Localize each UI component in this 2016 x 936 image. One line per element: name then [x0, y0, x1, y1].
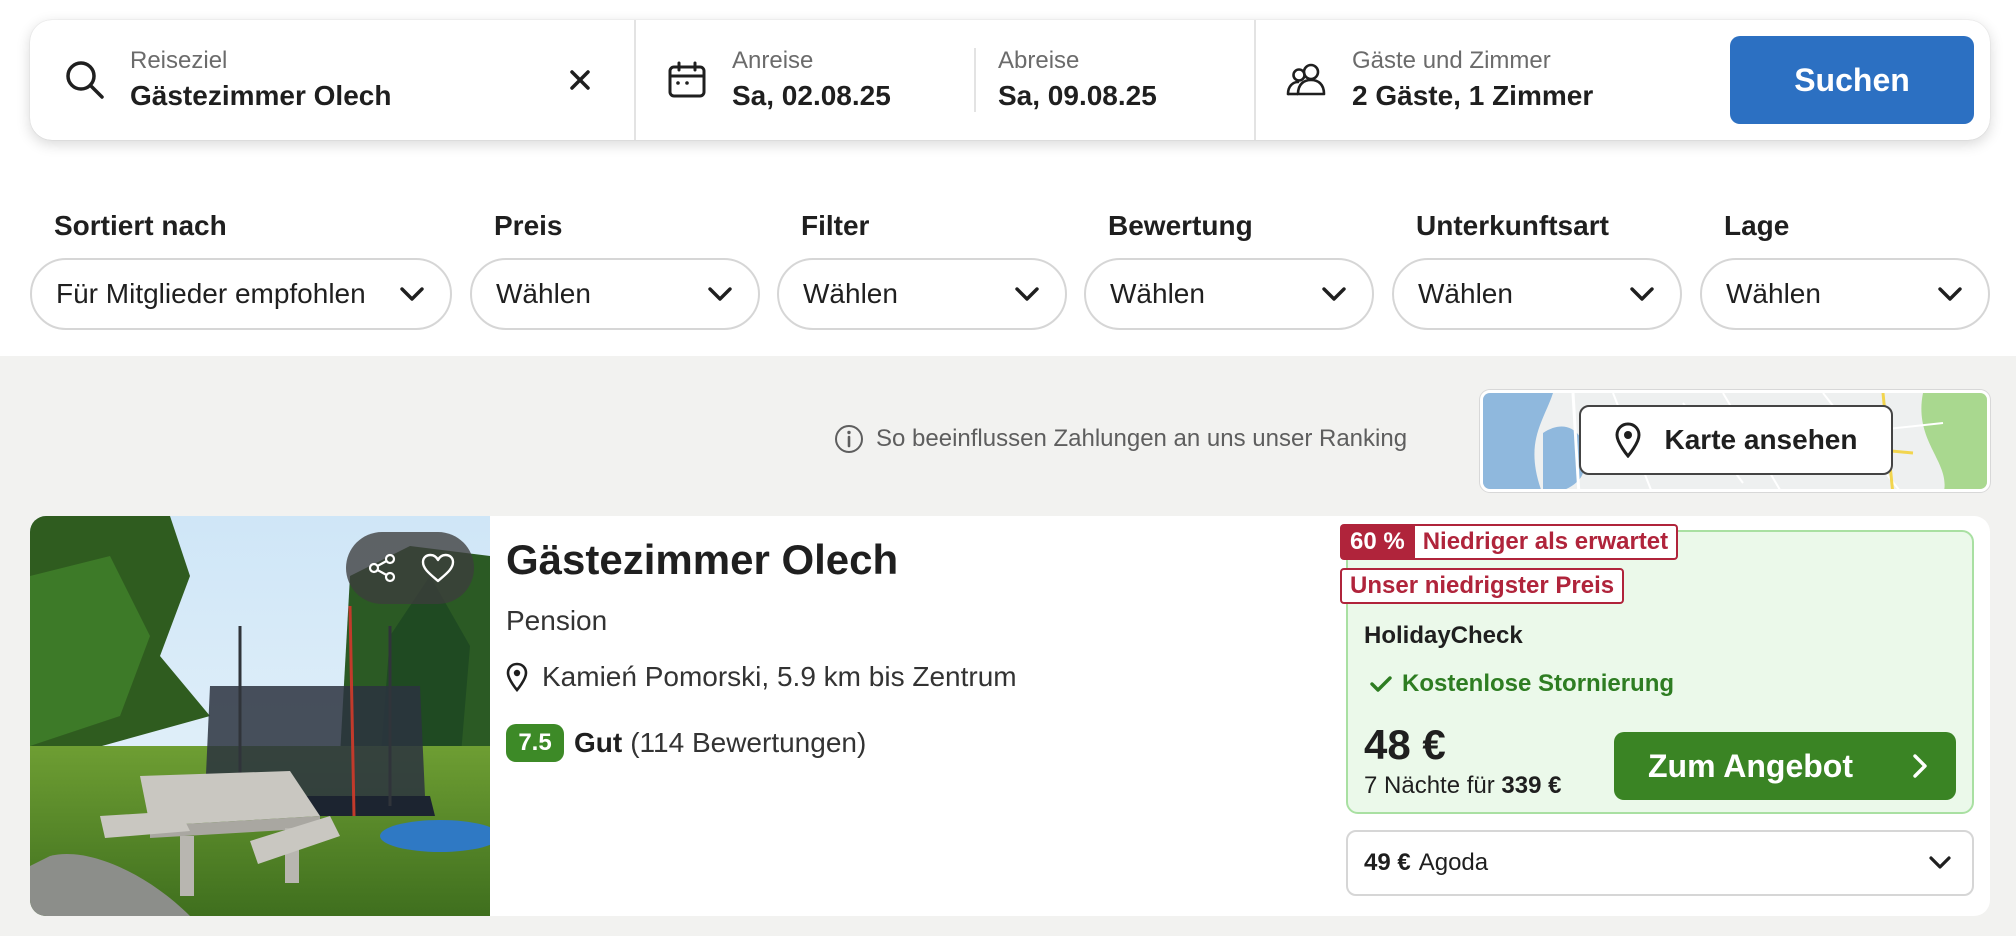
review-count: (114 Bewertungen) — [630, 727, 867, 758]
total-prefix: 7 Nächte für — [1364, 772, 1495, 799]
chevron-down-icon — [706, 280, 734, 308]
filter-dropdown[interactable]: Wählen — [777, 258, 1067, 330]
photo-actions — [346, 532, 474, 604]
checkout-label: Abreise — [998, 47, 1080, 74]
chevron-down-icon — [1013, 280, 1041, 308]
location-pin-icon — [506, 662, 528, 692]
discount-badge: 60 % Niedriger als erwartet — [1340, 524, 1679, 560]
lowest-price-badge: Unser niedrigster Preis — [1340, 568, 1625, 604]
filter-value: Wählen — [1726, 278, 1821, 309]
ranking-note-text: So beeinflussen Zahlungen an uns unser R… — [876, 425, 1408, 452]
offer-button[interactable]: Zum Angebot — [1614, 732, 1956, 800]
search-icon — [62, 57, 108, 103]
filter-label: Bewertung — [1108, 210, 1253, 241]
people-icon — [1284, 57, 1330, 103]
results-area: So beeinflussen Zahlungen an uns unser R… — [0, 356, 2016, 936]
heart-icon[interactable] — [418, 548, 458, 588]
discount-percent: 60 % — [1340, 524, 1415, 560]
checkout-value: Sa, 09.08.25 — [998, 80, 1157, 111]
sort-dropdown[interactable]: Für Mitglieder empfohlen — [30, 258, 452, 330]
hotel-type: Pension — [506, 605, 608, 636]
filter-accommodation-type: Unterkunftsart Wählen — [1392, 206, 1682, 330]
calendar-icon — [664, 57, 710, 103]
checkin-field[interactable]: Anreise Sa, 02.08.25 — [636, 20, 974, 140]
filter-value: Für Mitglieder empfohlen — [56, 278, 366, 309]
destination-field[interactable]: Reiseziel Gästezimmer Olech — [30, 20, 636, 140]
price-dropdown[interactable]: Wählen — [470, 258, 760, 330]
location-dropdown[interactable]: Wählen — [1700, 258, 1990, 330]
accommodation-type-dropdown[interactable]: Wählen — [1392, 258, 1682, 330]
filter-value: Wählen — [803, 278, 898, 309]
map-button[interactable]: Karte ansehen — [1579, 405, 1893, 475]
chevron-down-icon — [1628, 280, 1656, 308]
score-badge: 7.5 — [506, 724, 564, 762]
guests-label: Gäste und Zimmer — [1352, 47, 1551, 74]
info-icon — [835, 425, 863, 453]
rating-dropdown[interactable]: Wählen — [1084, 258, 1374, 330]
other-offer-provider: Agoda — [1418, 849, 1489, 876]
filter-value: Wählen — [496, 278, 591, 309]
filter-label: Unterkunftsart — [1416, 210, 1609, 241]
destination-value[interactable]: Gästezimmer Olech — [130, 78, 391, 114]
total-price: 7 Nächte für 339 € — [1364, 772, 1561, 800]
chevron-down-icon — [1936, 280, 1964, 308]
filter-label: Preis — [494, 210, 563, 241]
search-bar: Reiseziel Gästezimmer Olech Anreise Sa, … — [30, 20, 1990, 140]
provider-name: HolidayCheck — [1364, 622, 1523, 649]
filter-price: Preis Wählen — [470, 206, 760, 330]
cancellation-text: Kostenlose Stornierung — [1402, 670, 1675, 697]
close-icon[interactable] — [562, 62, 598, 98]
location-text: Kamień Pomorski, 5.9 km bis Zentrum — [542, 661, 1017, 692]
hotel-name[interactable]: Gästezimmer Olech — [506, 534, 898, 586]
search-button[interactable]: Suchen — [1730, 36, 1974, 124]
map-preview[interactable]: Karte ansehen — [1480, 390, 1990, 492]
discount-text: Niedriger als erwartet — [1414, 524, 1679, 560]
checkin-label: Anreise — [732, 47, 814, 74]
total-amount: 339 € — [1501, 772, 1562, 799]
filter-rating: Bewertung Wählen — [1084, 206, 1374, 330]
filter-label: Filter — [801, 210, 870, 241]
hotel-photo[interactable] — [30, 516, 490, 916]
offer-button-label: Zum Angebot — [1648, 747, 1853, 784]
filter-value: Wählen — [1110, 278, 1205, 309]
chevron-right-icon — [1913, 754, 1927, 778]
filter-bar: Sortiert nach Für Mitglieder empfohlen P… — [30, 206, 1990, 330]
checkin-value: Sa, 02.08.25 — [732, 80, 891, 111]
check-icon — [1370, 676, 1392, 692]
filter-location: Lage Wählen — [1700, 206, 1990, 330]
other-offer-price: 49 € — [1364, 849, 1411, 876]
nightly-price: 48 € — [1364, 721, 1446, 768]
filter-sort: Sortiert nach Für Mitglieder empfohlen — [30, 206, 452, 330]
free-cancellation: Kostenlose Stornierung — [1370, 670, 1674, 698]
ranking-info-link[interactable]: So beeinflussen Zahlungen an uns unser R… — [834, 424, 1407, 454]
share-icon[interactable] — [362, 548, 402, 588]
chevron-down-icon — [1320, 280, 1348, 308]
chevron-down-icon — [398, 280, 426, 308]
filter-label: Sortiert nach — [54, 210, 227, 241]
chevron-down-icon — [1926, 849, 1954, 877]
destination-label: Reiseziel — [130, 47, 228, 74]
hotel-rating[interactable]: 7.5 Gut (114 Bewertungen) — [506, 724, 866, 762]
checkout-field[interactable]: Abreise Sa, 09.08.25 — [974, 20, 1254, 140]
filter-filter: Filter Wählen — [777, 206, 1067, 330]
other-offer-dropdown[interactable]: 49 € Agoda — [1346, 830, 1974, 896]
other-offer-text: 49 € Agoda — [1364, 849, 1488, 877]
filter-label: Lage — [1724, 210, 1790, 241]
location-pin-icon — [1615, 422, 1641, 458]
date-field: Anreise Sa, 02.08.25 Abreise Sa, 09.08.2… — [636, 20, 1256, 140]
rating-word: Gut — [574, 727, 623, 758]
map-button-label: Karte ansehen — [1664, 424, 1858, 455]
guests-value: 2 Gäste, 1 Zimmer — [1352, 80, 1594, 111]
hotel-card: Gästezimmer Olech Pension Kamień Pomorsk… — [30, 516, 1990, 916]
filter-value: Wählen — [1418, 278, 1513, 309]
hotel-location: Kamień Pomorski, 5.9 km bis Zentrum — [506, 660, 1017, 694]
